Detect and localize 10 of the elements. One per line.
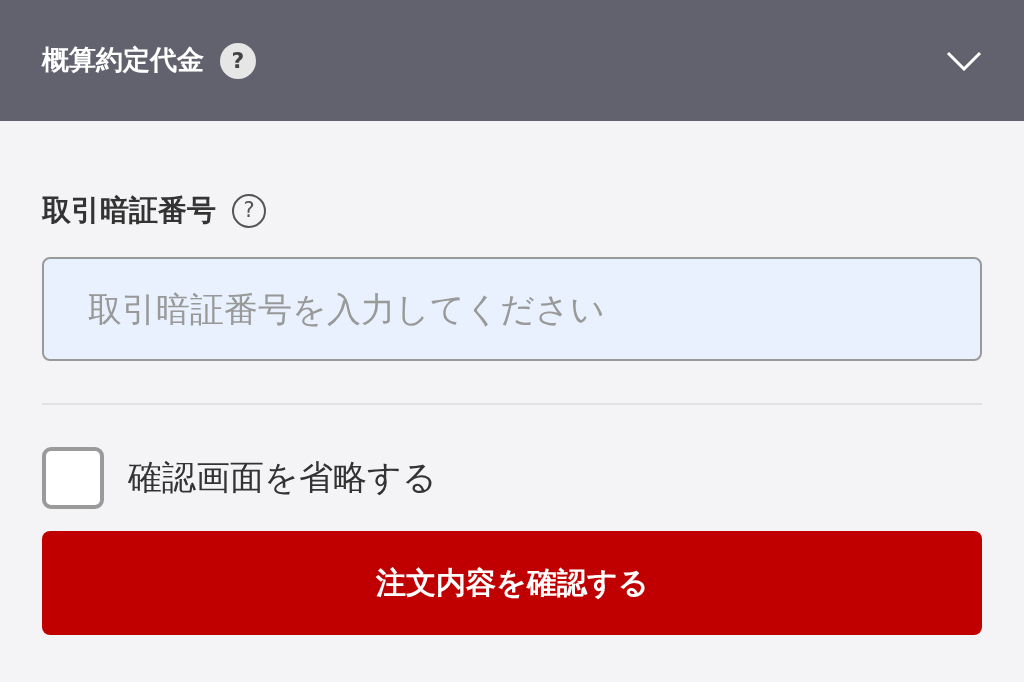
header-bar[interactable]: 概算約定代金 ? <box>0 0 1024 121</box>
checkbox-label[interactable]: 確認画面を省略する <box>128 452 437 503</box>
input-field[interactable]: 取引暗証番号を入力してください <box>42 256 982 361</box>
help-icon[interactable]: ? <box>232 193 266 228</box>
help-icon[interactable]: ? <box>220 42 256 79</box>
chevron-icon[interactable] <box>946 50 982 71</box>
confirm-order-button[interactable]: 注文内容を確認する <box>42 530 982 635</box>
checkbox[interactable] <box>42 446 104 509</box>
section-title: 概算約定代金 <box>42 43 204 78</box>
field-label: 取引暗証番号 <box>42 192 216 229</box>
